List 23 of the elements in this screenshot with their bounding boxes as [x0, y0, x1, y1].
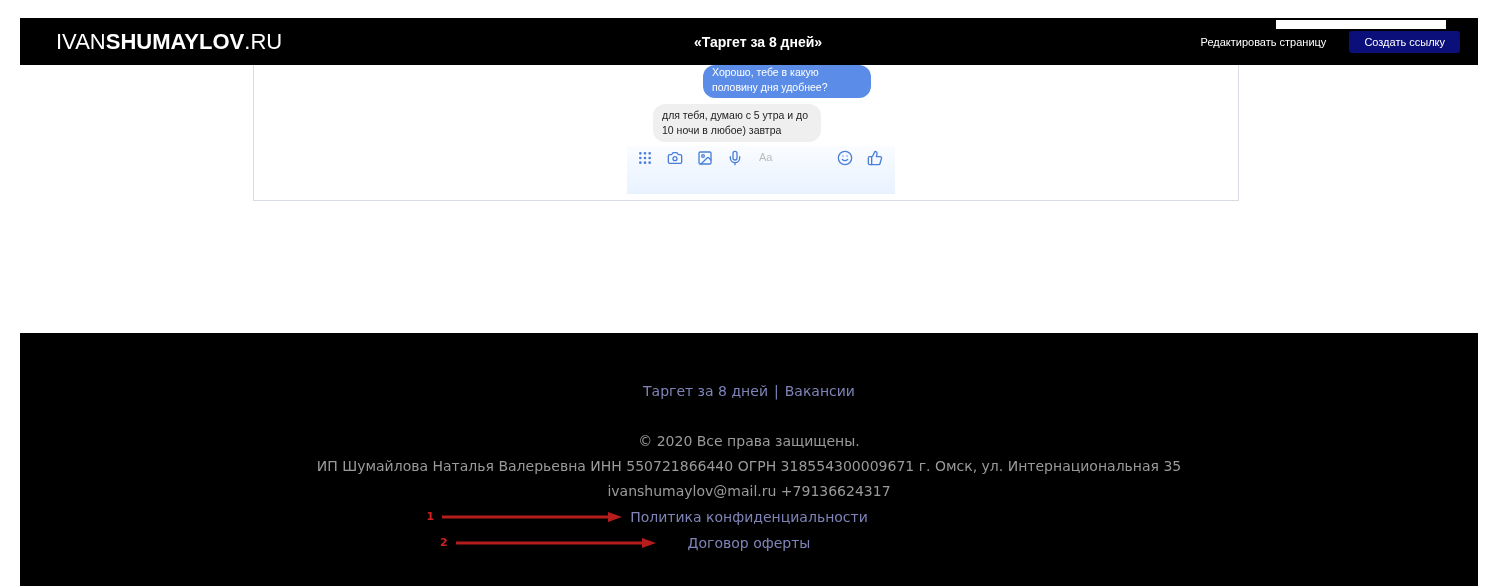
footer-link[interactable]: Вакансии — [784, 383, 855, 399]
apps-icon[interactable] — [637, 150, 653, 166]
smile-icon[interactable] — [837, 150, 853, 166]
legal-text: ИП Шумайлова Наталья Валерьевна ИНН 550721866440 ОГРН 318554300009671 г. Омск, ул. Интернациональная 35 — [316, 457, 1182, 476]
edit-page-button[interactable]: Редактировать страницу — [1185, 30, 1342, 53]
image-icon[interactable] — [697, 150, 713, 166]
annotation-number: 2 — [439, 535, 448, 551]
contact-text: ivanshumaylov@mail.ru +79136624317 — [607, 482, 891, 501]
site-logo[interactable]: IVANSHUMAYLOV.RU — [56, 28, 283, 55]
copyright-text: © 2020 Все права защищены. — [638, 432, 860, 451]
message-bubble: Хорошо, тебе в какую половину дня удобнее? — [703, 65, 871, 98]
policy-link[interactable]: Политика конфиденциальности — [630, 509, 868, 525]
create-link-button[interactable]: Создать ссылку — [1349, 30, 1460, 53]
camera-icon[interactable] — [667, 150, 683, 166]
footer-link[interactable]: Таргет за 8 дней — [643, 383, 768, 399]
annotation-number: 1 — [426, 509, 435, 525]
thumbs-up-icon[interactable] — [867, 150, 883, 166]
message-bubble: для тебя, думаю с 5 утра и до 10 ночи в любое) завтра — [653, 104, 821, 142]
message-field[interactable]: Aa — [757, 150, 823, 164]
page-title: «Таргет за 8 дней» — [693, 33, 823, 50]
microphone-icon[interactable] — [727, 150, 743, 166]
separator: | — [774, 383, 779, 399]
policy-link[interactable]: Договор оферты — [687, 535, 811, 551]
